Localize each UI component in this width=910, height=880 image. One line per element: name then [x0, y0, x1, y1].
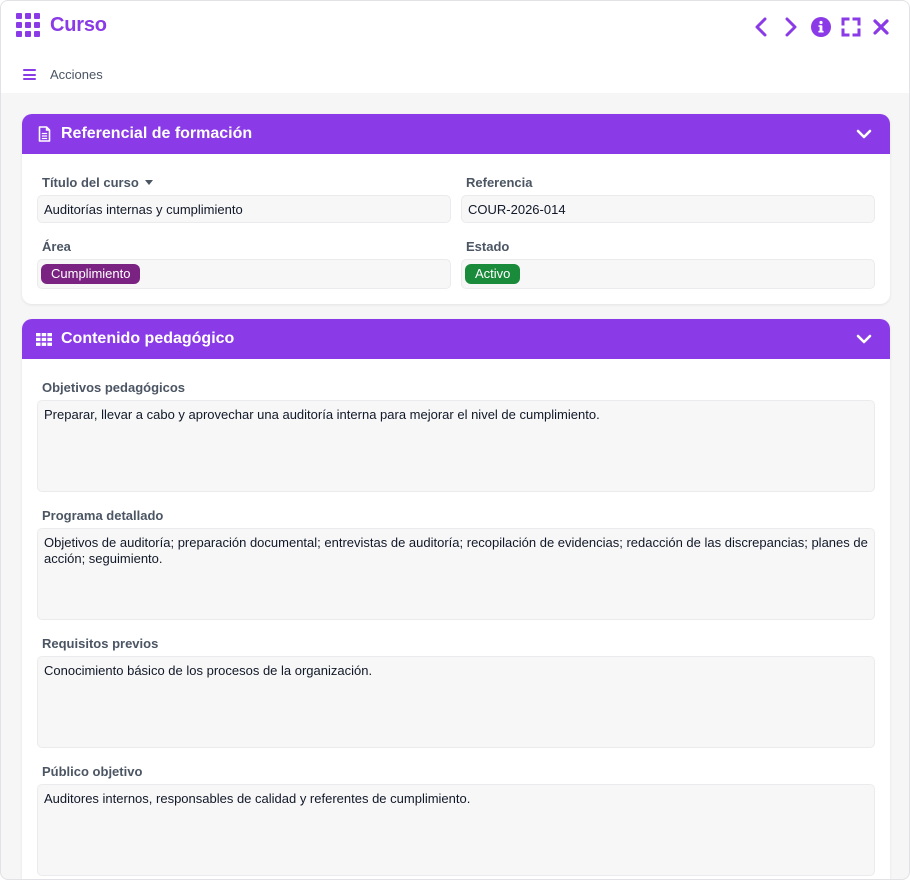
status-badge: Activo	[465, 264, 521, 284]
fullscreen-icon[interactable]	[841, 15, 861, 39]
chevron-down-icon[interactable]	[856, 126, 872, 142]
objectives-label: Objetivos pedagógicos	[42, 380, 186, 395]
pedagogical-content-panel: Contenido pedagógico Objetivos pedagógic…	[22, 319, 890, 879]
audience-textarea[interactable]: Auditores internos, responsables de cali…	[37, 784, 875, 876]
audience-label: Público objetivo	[42, 764, 143, 779]
sort-caret-icon[interactable]	[144, 180, 153, 185]
area-label: Área	[42, 239, 71, 254]
training-reference-title: Referencial de formación	[61, 125, 253, 142]
menu-icon[interactable]	[23, 69, 36, 80]
actions-label[interactable]: Acciones	[50, 67, 103, 82]
course-title-field[interactable]: Auditorías internas y cumplimiento	[37, 195, 451, 223]
reference-label: Referencia	[466, 175, 533, 190]
area-field[interactable]: Cumplimiento	[37, 259, 451, 289]
window-controls	[751, 15, 891, 39]
close-icon[interactable]	[871, 15, 891, 39]
chevron-down-icon[interactable]	[856, 331, 872, 347]
pedagogical-content-header[interactable]: Contenido pedagógico	[22, 319, 890, 359]
pedagogical-content-title: Contenido pedagógico	[61, 330, 235, 347]
window-title: Curso	[50, 13, 107, 36]
title-row: Curso	[16, 13, 107, 37]
area-chip: Cumplimiento	[41, 264, 141, 284]
top-bar: Curso Acciones	[1, 1, 909, 93]
course-title-label: Título del curso	[42, 175, 153, 190]
course-window: Curso Acciones Referencial de formación …	[0, 0, 910, 880]
document-icon	[36, 126, 52, 142]
actions-menu[interactable]: Acciones	[23, 67, 103, 82]
prerequisites-textarea[interactable]: Conocimiento básico de los procesos de l…	[37, 656, 875, 748]
app-grid-icon[interactable]	[16, 13, 40, 37]
reference-field[interactable]: COUR-2026-014	[461, 195, 875, 223]
objectives-textarea[interactable]: Preparar, llevar a cabo y aprovechar una…	[37, 400, 875, 492]
prerequisites-label: Requisitos previos	[42, 636, 159, 651]
table-icon	[36, 331, 52, 347]
chevron-left-icon[interactable]	[751, 15, 771, 39]
chevron-right-icon[interactable]	[781, 15, 801, 39]
status-label: Estado	[466, 239, 510, 254]
program-textarea[interactable]: Objetivos de auditoría; preparación docu…	[37, 528, 875, 620]
training-reference-header[interactable]: Referencial de formación	[22, 114, 890, 154]
program-label: Programa detallado	[42, 508, 164, 523]
info-icon[interactable]	[811, 15, 831, 39]
status-field[interactable]: Activo	[461, 259, 875, 289]
training-reference-panel: Referencial de formación Título del curs…	[22, 114, 890, 304]
